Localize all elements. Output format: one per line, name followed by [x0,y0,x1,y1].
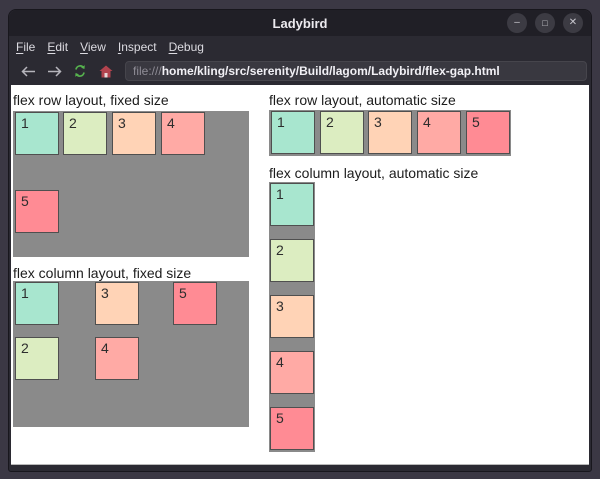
home-button[interactable] [93,60,119,82]
url-input[interactable]: file:///home/kling/src/serenity/Build/la… [125,61,587,81]
browser-window: Ladybird – □ ✕ File Edit View Inspect De… [8,9,592,472]
flex-item: 2 [270,239,314,282]
section-title-column-auto: flex column layout, automatic size [269,165,479,181]
titlebar[interactable]: Ladybird – □ ✕ [9,10,591,36]
section-title-column-fixed: flex column layout, fixed size [13,265,192,281]
flex-item: 2 [15,337,59,380]
flex-item: 4 [95,337,139,380]
window-title: Ladybird [272,15,328,31]
flex-item: 1 [15,282,59,325]
back-icon [20,65,35,77]
close-icon: ✕ [568,17,578,28]
flex-item: 4 [270,351,314,394]
menu-inspect[interactable]: Inspect [118,40,157,54]
flex-item: 2 [320,111,364,154]
menubar: File Edit View Inspect Debug [9,36,591,57]
flex-container-column-auto: 1 2 3 4 5 [269,182,315,452]
flex-item: 1 [15,112,59,155]
flex-item: 2 [63,112,107,155]
flex-item: 1 [271,111,315,154]
flex-item: 5 [173,282,217,325]
forward-button[interactable] [41,60,67,82]
flex-item: 3 [112,112,156,155]
flex-item: 3 [95,282,139,325]
minimize-icon: – [514,17,520,28]
page-viewport: flex row layout, fixed size 1 2 3 4 5 fl… [11,85,589,465]
window-controls: – □ ✕ [507,13,583,33]
refresh-icon [75,65,85,77]
close-button[interactable]: ✕ [563,13,583,33]
flex-item: 1 [270,183,314,226]
section-title-row-fixed: flex row layout, fixed size [13,92,169,108]
flex-item: 5 [270,407,314,450]
flex-item: 4 [417,111,461,154]
flex-container-row-auto: 1 2 3 4 5 [269,110,511,156]
maximize-icon: □ [542,17,548,28]
maximize-button[interactable]: □ [535,13,555,33]
menu-file[interactable]: File [16,40,35,54]
menu-debug[interactable]: Debug [169,40,204,54]
menu-edit[interactable]: Edit [47,40,68,54]
flex-container-row-fixed: 1 2 3 4 5 [13,111,249,257]
forward-icon [47,65,62,77]
refresh-button[interactable] [67,60,93,82]
flex-item: 3 [270,295,314,338]
flex-item: 5 [466,111,510,154]
url-scheme: file:/// [133,64,162,78]
flex-container-column-fixed: 1 2 3 4 5 [13,281,249,427]
minimize-button[interactable]: – [507,13,527,33]
navigation-toolbar: file:///home/kling/src/serenity/Build/la… [9,57,591,85]
flex-item: 3 [368,111,412,154]
flex-item: 5 [15,190,59,233]
home-icon [99,65,113,77]
menu-view[interactable]: View [80,40,106,54]
section-title-row-auto: flex row layout, automatic size [269,92,456,108]
back-button[interactable] [15,60,41,82]
url-path: home/kling/src/serenity/Build/lagom/Lady… [161,64,500,78]
flex-item: 4 [161,112,205,155]
